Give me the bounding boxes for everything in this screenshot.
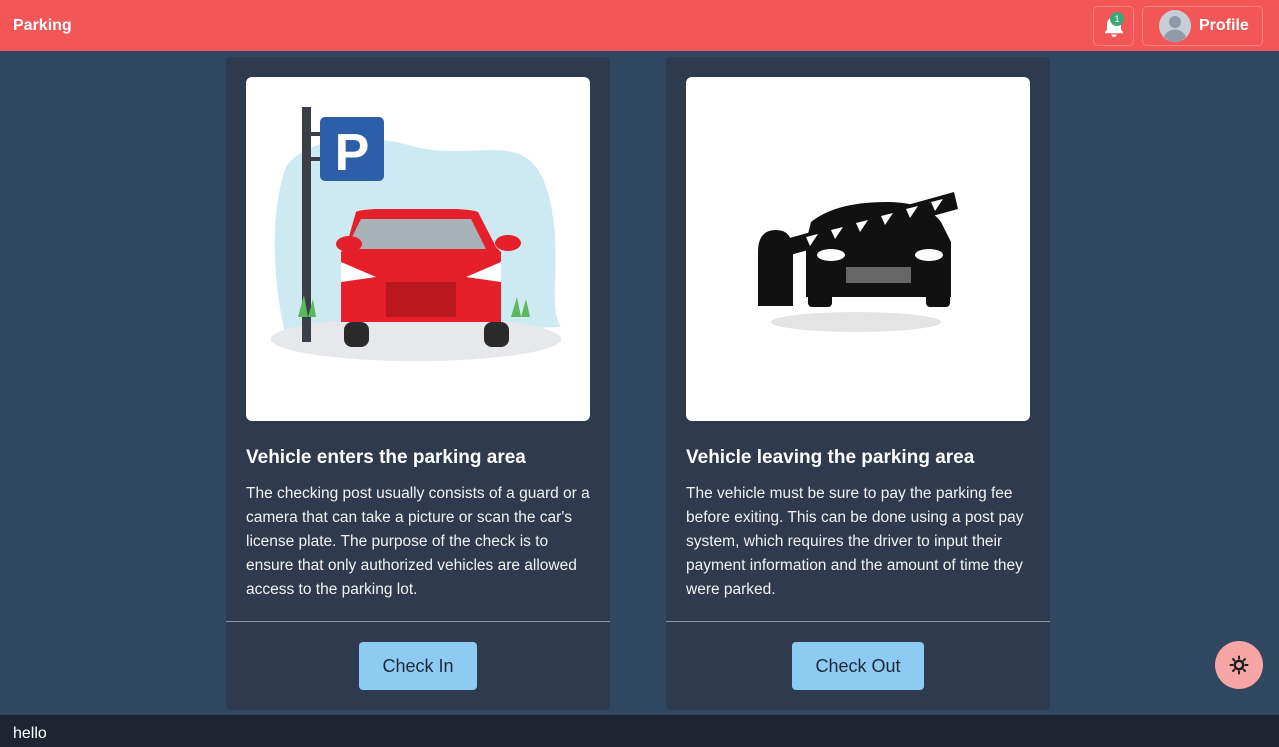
check-out-button[interactable]: Check Out — [792, 642, 924, 690]
brand-title[interactable]: Parking — [13, 17, 72, 35]
parking-sign-red-car-illustration: P — [271, 107, 561, 361]
card-description: The checking post usually consists of a … — [246, 485, 590, 598]
card-title: Vehicle enters the parking area — [246, 447, 526, 468]
navbar-actions: 1 Profile — [1093, 5, 1263, 46]
card-divider — [226, 621, 610, 622]
footer-text: hello — [13, 725, 47, 742]
navbar: Parking 1 Profile — [0, 0, 1279, 51]
notifications-button[interactable]: 1 — [1093, 5, 1134, 46]
parking-entry-image: P — [246, 77, 590, 421]
svg-text:P: P — [335, 124, 370, 182]
car-barrier-gate-illustration — [758, 192, 958, 332]
sun-icon — [1229, 655, 1249, 675]
card-title: Vehicle leaving the parking area — [686, 447, 975, 468]
notification-badge: 1 — [1110, 11, 1124, 26]
theme-toggle-button[interactable] — [1215, 641, 1263, 689]
card-divider — [666, 621, 1050, 622]
check-in-card: P Vehicle enters the parking area The ch… — [226, 57, 610, 710]
check-in-button[interactable]: Check In — [359, 642, 477, 690]
profile-button[interactable]: Profile — [1142, 5, 1263, 46]
footer: hello — [0, 715, 1279, 747]
card-description: The vehicle must be sure to pay the park… — [686, 485, 1024, 598]
check-out-card: Vehicle leaving the parking area The veh… — [666, 57, 1050, 710]
user-avatar-icon — [1159, 9, 1191, 42]
parking-exit-image — [686, 77, 1030, 421]
profile-label: Profile — [1199, 16, 1249, 34]
